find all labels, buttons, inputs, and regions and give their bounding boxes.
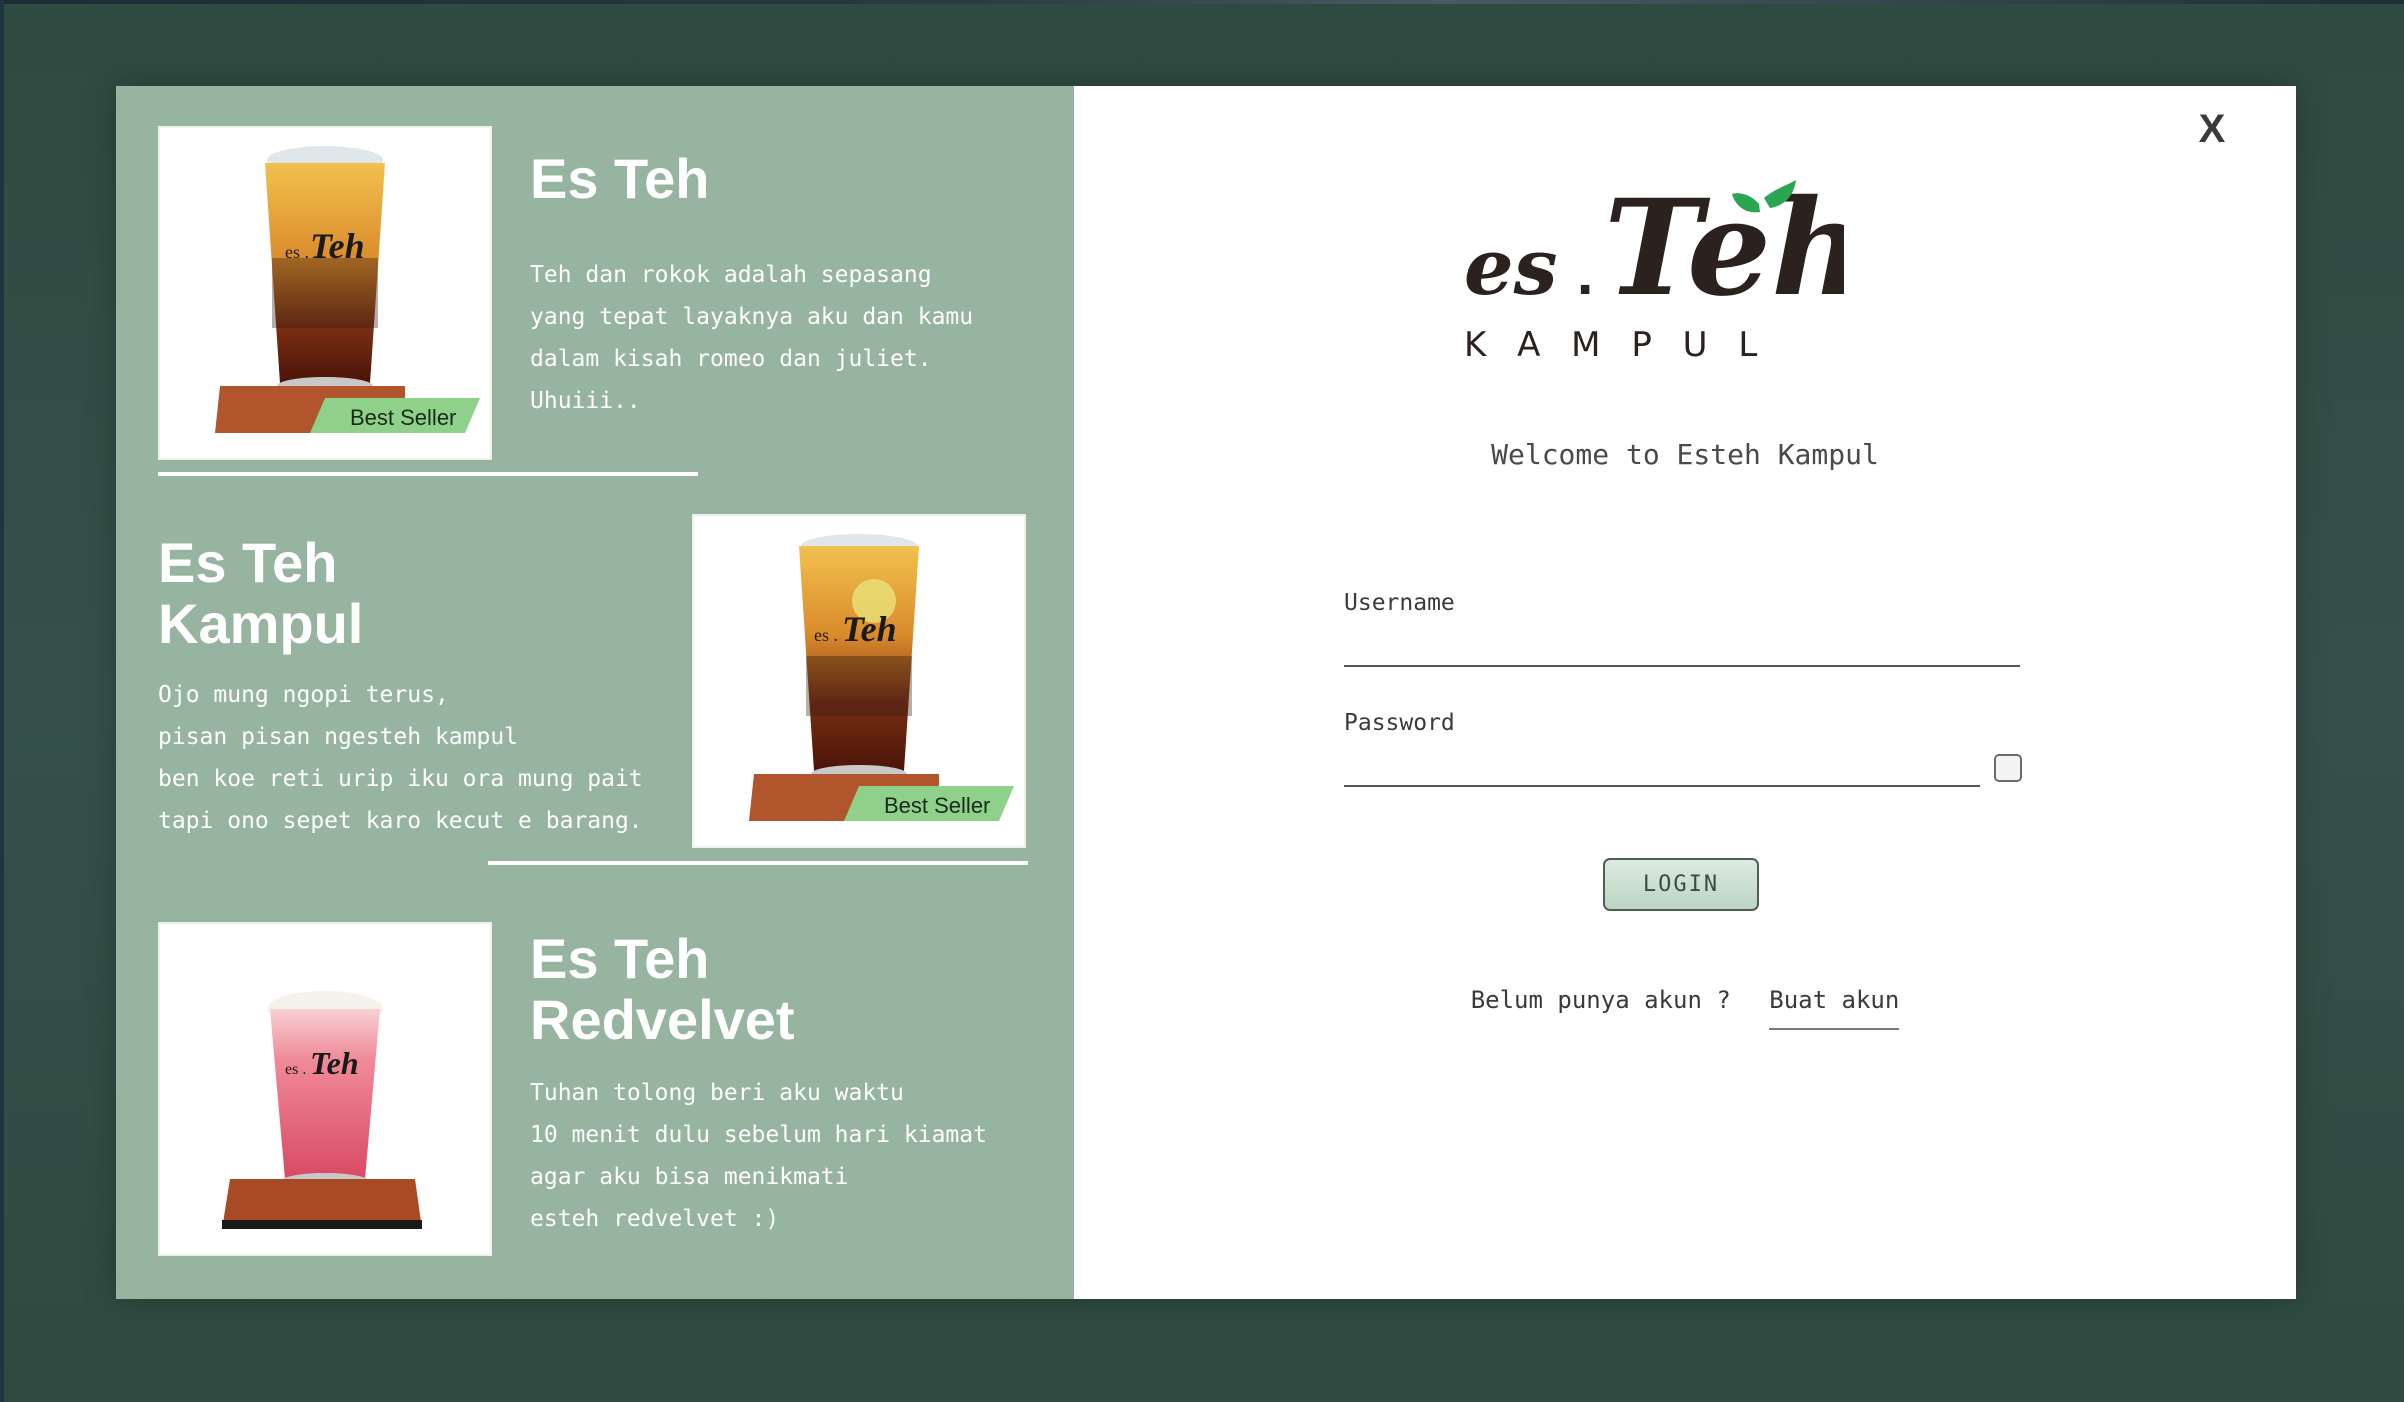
best-seller-badge: Best Seller	[884, 793, 990, 818]
svg-text:es .: es .	[814, 625, 838, 645]
product-image-es-teh-redvelvet: es . Teh	[158, 922, 492, 1256]
product-title-es-teh-kampul: Es Teh Kampul	[158, 531, 364, 655]
product-title-es-teh-redvelvet: Es Teh Redvelvet	[530, 927, 795, 1051]
login-panel: X es . Teh K A M P U L Welcome to Esteh …	[1074, 86, 2296, 1299]
password-input[interactable]	[1344, 751, 1980, 787]
username-label: Username	[1344, 590, 1455, 616]
svg-text:Teh: Teh	[842, 609, 897, 649]
redvelvet-cup-icon: es . Teh	[222, 991, 422, 1229]
product-title-es-teh: Es Teh	[530, 147, 710, 210]
product-showcase-panel: es . Teh Best Seller Es Teh Teh dan roko…	[116, 86, 1074, 1299]
product-desc-es-teh-kampul: Ojo mung ngopi terus, pisan pisan ngeste…	[158, 682, 643, 834]
login-button[interactable]: LOGIN	[1603, 858, 1759, 911]
no-account-text: Belum punya akun ?	[1470, 986, 1731, 1014]
login-modal: es . Teh Best Seller Es Teh Teh dan roko…	[116, 86, 2296, 1299]
svg-text:Teh: Teh	[1604, 171, 1844, 326]
best-seller-badge: Best Seller	[350, 405, 456, 430]
logo-icon: es . Teh K A M P U L	[1464, 171, 1867, 365]
svg-text:es: es	[1464, 222, 1558, 313]
signup-row: Belum punya akun ? Buat akun	[1074, 986, 2296, 1030]
iced-tea-cup-icon: es . Teh Best Seller	[215, 146, 480, 433]
close-button[interactable]: X	[2187, 104, 2237, 154]
password-label: Password	[1344, 710, 1455, 736]
product-image-es-teh: es . Teh Best Seller	[158, 126, 492, 460]
username-input[interactable]	[1344, 631, 2020, 667]
svg-text:es .: es .	[285, 1061, 306, 1078]
backdrop-left-strip	[0, 0, 4, 1402]
show-password-checkbox[interactable]	[1994, 754, 2022, 782]
create-account-link[interactable]: Buat akun	[1769, 986, 1900, 1030]
welcome-text: Welcome to Esteh Kampul	[1491, 438, 1879, 471]
svg-text:K A M P U L: K A M P U L	[1464, 325, 1767, 365]
product-desc-es-teh: Teh dan rokok adalah sepasang yang tepat…	[530, 262, 974, 414]
svg-text:es .: es .	[285, 242, 309, 262]
esteh-kampul-logo: es . Teh K A M P U L	[1464, 146, 1867, 366]
product-divider-2	[488, 861, 1028, 865]
backdrop-top-strip	[0, 0, 2404, 4]
svg-text:.: .	[1576, 250, 1594, 306]
svg-text:Teh: Teh	[310, 226, 365, 266]
product-desc-es-teh-redvelvet: Tuhan tolong beri aku waktu 10 menit dul…	[530, 1080, 987, 1232]
product-image-es-teh-kampul: es . Teh Best Seller	[692, 514, 1026, 848]
product-divider-1	[158, 472, 698, 476]
iced-tea-lemon-icon: es . Teh Best Seller	[749, 534, 1014, 821]
svg-text:Teh: Teh	[310, 1045, 359, 1081]
